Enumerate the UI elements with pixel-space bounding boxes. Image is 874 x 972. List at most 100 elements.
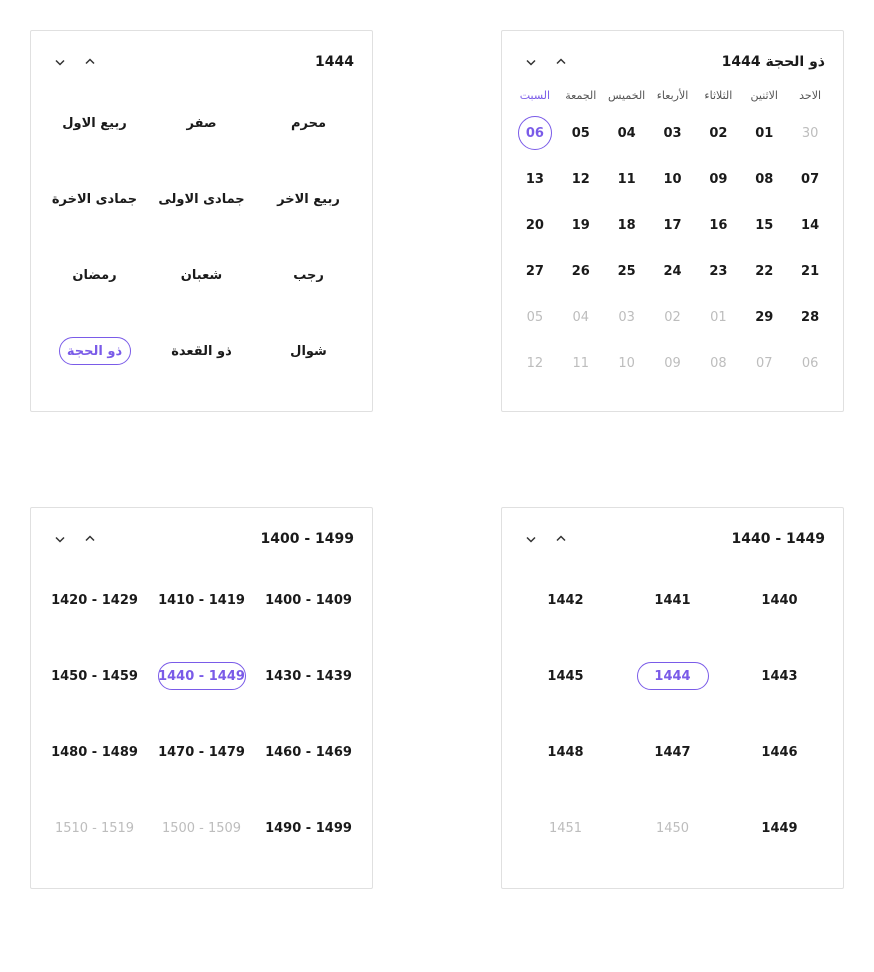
year-cell[interactable]: 1445 [512,638,619,714]
month-cell[interactable]: رجب [255,237,362,313]
day-cell[interactable]: 11 [604,158,650,200]
day-cell[interactable]: 25 [604,250,650,292]
day-cell[interactable]: 08 [695,342,741,384]
year-picker-title[interactable]: 1440 - 1449 [732,531,826,547]
month-cell[interactable]: شوال [255,313,362,389]
day-cell[interactable]: 06 [512,112,558,154]
month-cell[interactable]: ذو الحجة [41,313,148,389]
month-cell[interactable]: ربيع الاول [41,85,148,161]
day-cell[interactable]: 07 [741,342,787,384]
day-cell[interactable]: 05 [558,112,604,154]
year-cell[interactable]: 1444 [619,638,726,714]
day-cell[interactable]: 03 [604,296,650,338]
decade-cell[interactable]: 1430 - 1439 [255,638,362,714]
day-cell[interactable]: 06 [787,342,833,384]
year-cell[interactable]: 1441 [619,562,726,638]
day-cell[interactable]: 05 [512,296,558,338]
year-cell[interactable]: 1442 [512,562,619,638]
day-cell[interactable]: 19 [558,204,604,246]
day-cell[interactable]: 02 [695,112,741,154]
day-cell[interactable]: 12 [512,342,558,384]
year-cell[interactable]: 1446 [726,714,833,790]
next-button[interactable] [49,528,71,550]
month-cell[interactable]: جمادى الاخرة [41,161,148,237]
year-cell[interactable]: 1443 [726,638,833,714]
decade-cell[interactable]: 1450 - 1459 [41,638,148,714]
day-cell[interactable]: 03 [650,112,696,154]
year-cell[interactable]: 1447 [619,714,726,790]
year-cell[interactable]: 1450 [619,790,726,866]
month-cell[interactable]: محرم [255,85,362,161]
decade-cell[interactable]: 1400 - 1409 [255,562,362,638]
prev-button[interactable] [550,528,572,550]
day-cell[interactable]: 04 [604,112,650,154]
year-cell[interactable]: 1440 [726,562,833,638]
day-cell[interactable]: 21 [787,250,833,292]
decade-cell[interactable]: 1490 - 1499 [255,790,362,866]
year-cell[interactable]: 1449 [726,790,833,866]
prev-button[interactable] [550,51,572,73]
day-cell[interactable]: 14 [787,204,833,246]
year-cell[interactable]: 1451 [512,790,619,866]
prev-button[interactable] [79,528,101,550]
decade-cell[interactable]: 1420 - 1429 [41,562,148,638]
decade-cell[interactable]: 1460 - 1469 [255,714,362,790]
chevron-up-icon [555,533,567,545]
day-cell[interactable]: 10 [650,158,696,200]
day-cell[interactable]: 13 [512,158,558,200]
month-cell[interactable]: شعبان [148,237,255,313]
day-cell[interactable]: 09 [650,342,696,384]
day-cell[interactable]: 26 [558,250,604,292]
next-button[interactable] [520,51,542,73]
weekday: الاثنين [741,85,787,106]
day-cell[interactable]: 01 [741,112,787,154]
decade-picker-title[interactable]: 1400 - 1499 [261,531,355,547]
next-button[interactable] [520,528,542,550]
decade-cell[interactable]: 1410 - 1419 [148,562,255,638]
month-cell[interactable]: جمادى الاولى [148,161,255,237]
day-cell[interactable]: 17 [650,204,696,246]
month-cell[interactable]: رمضان [41,237,148,313]
day-cell[interactable]: 11 [558,342,604,384]
day-cell[interactable]: 18 [604,204,650,246]
day-cell[interactable]: 02 [650,296,696,338]
decade-cell[interactable]: 1440 - 1449 [148,638,255,714]
day-picker-title[interactable]: ذو الحجة 1444 [722,54,825,70]
decade-cell[interactable]: 1470 - 1479 [148,714,255,790]
prev-button[interactable] [79,51,101,73]
cell-label: 1420 - 1429 [51,593,138,608]
day-cell[interactable]: 28 [787,296,833,338]
decade-cell[interactable]: 1510 - 1519 [41,790,148,866]
day-cell[interactable]: 24 [650,250,696,292]
day-cell[interactable]: 01 [695,296,741,338]
day-cell[interactable]: 08 [741,158,787,200]
decade-cell[interactable]: 1480 - 1489 [41,714,148,790]
day-cell[interactable]: 16 [695,204,741,246]
decade-cell[interactable]: 1500 - 1509 [148,790,255,866]
month-cell[interactable]: ذو القعدة [148,313,255,389]
day-number: 15 [755,218,773,233]
day-cell[interactable]: 10 [604,342,650,384]
next-button[interactable] [49,51,71,73]
day-cell[interactable]: 23 [695,250,741,292]
day-number: 01 [710,310,727,325]
day-number: 03 [663,126,681,141]
day-cell[interactable]: 07 [787,158,833,200]
day-cell[interactable]: 15 [741,204,787,246]
year-cell[interactable]: 1448 [512,714,619,790]
day-cell[interactable]: 20 [512,204,558,246]
year-picker-header: 1440 - 1449 [512,522,833,562]
cell-label: 1470 - 1479 [158,745,245,760]
month-picker-title[interactable]: 1444 [315,54,354,70]
day-cell[interactable]: 09 [695,158,741,200]
day-cell[interactable]: 30 [787,112,833,154]
day-cell[interactable]: 29 [741,296,787,338]
day-cell[interactable]: 04 [558,296,604,338]
day-cell[interactable]: 12 [558,158,604,200]
day-cell[interactable]: 27 [512,250,558,292]
month-cell[interactable]: صفر [148,85,255,161]
month-cell[interactable]: ربيع الاخر [255,161,362,237]
weekday-row: الاحدالاثنينالثلاثاءالأربعاءالخميسالجمعة… [512,85,833,106]
day-cell[interactable]: 22 [741,250,787,292]
year-grid: 144014411442 144314441445 144614471448 1449… [512,562,833,866]
